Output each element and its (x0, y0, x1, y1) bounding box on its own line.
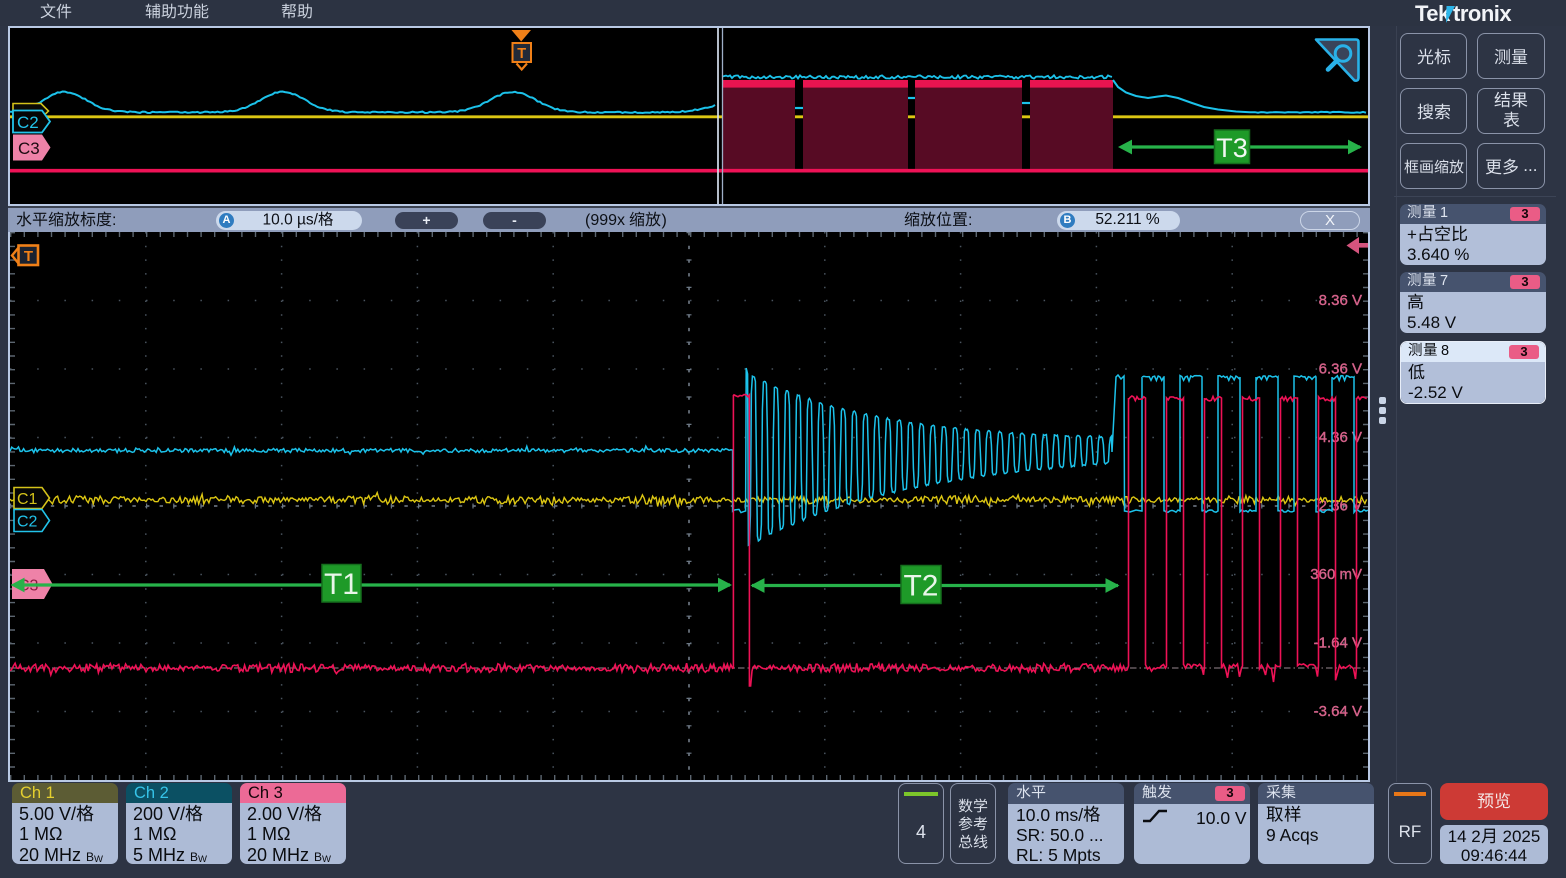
svg-text:T: T (24, 248, 33, 265)
svg-text:-1.64 V: -1.64 V (1314, 635, 1362, 652)
svg-text:tronix: tronix (1453, 2, 1512, 25)
svg-text:Tek: Tek (1415, 2, 1451, 25)
svg-text:C2: C2 (17, 113, 39, 132)
svg-text:T1: T1 (324, 568, 359, 601)
svg-text:C1: C1 (17, 491, 38, 508)
svg-text:8.36 V: 8.36 V (1319, 292, 1362, 309)
svg-text:C3: C3 (18, 139, 40, 158)
svg-text:C2: C2 (17, 514, 38, 531)
svg-text:T2: T2 (903, 570, 938, 603)
svg-text:4.36 V: 4.36 V (1319, 429, 1362, 446)
svg-text:-3.64 V: -3.64 V (1314, 703, 1362, 720)
svg-text:T3: T3 (1216, 133, 1248, 163)
svg-text:6.36 V: 6.36 V (1319, 361, 1362, 378)
svg-text:T: T (517, 46, 526, 62)
